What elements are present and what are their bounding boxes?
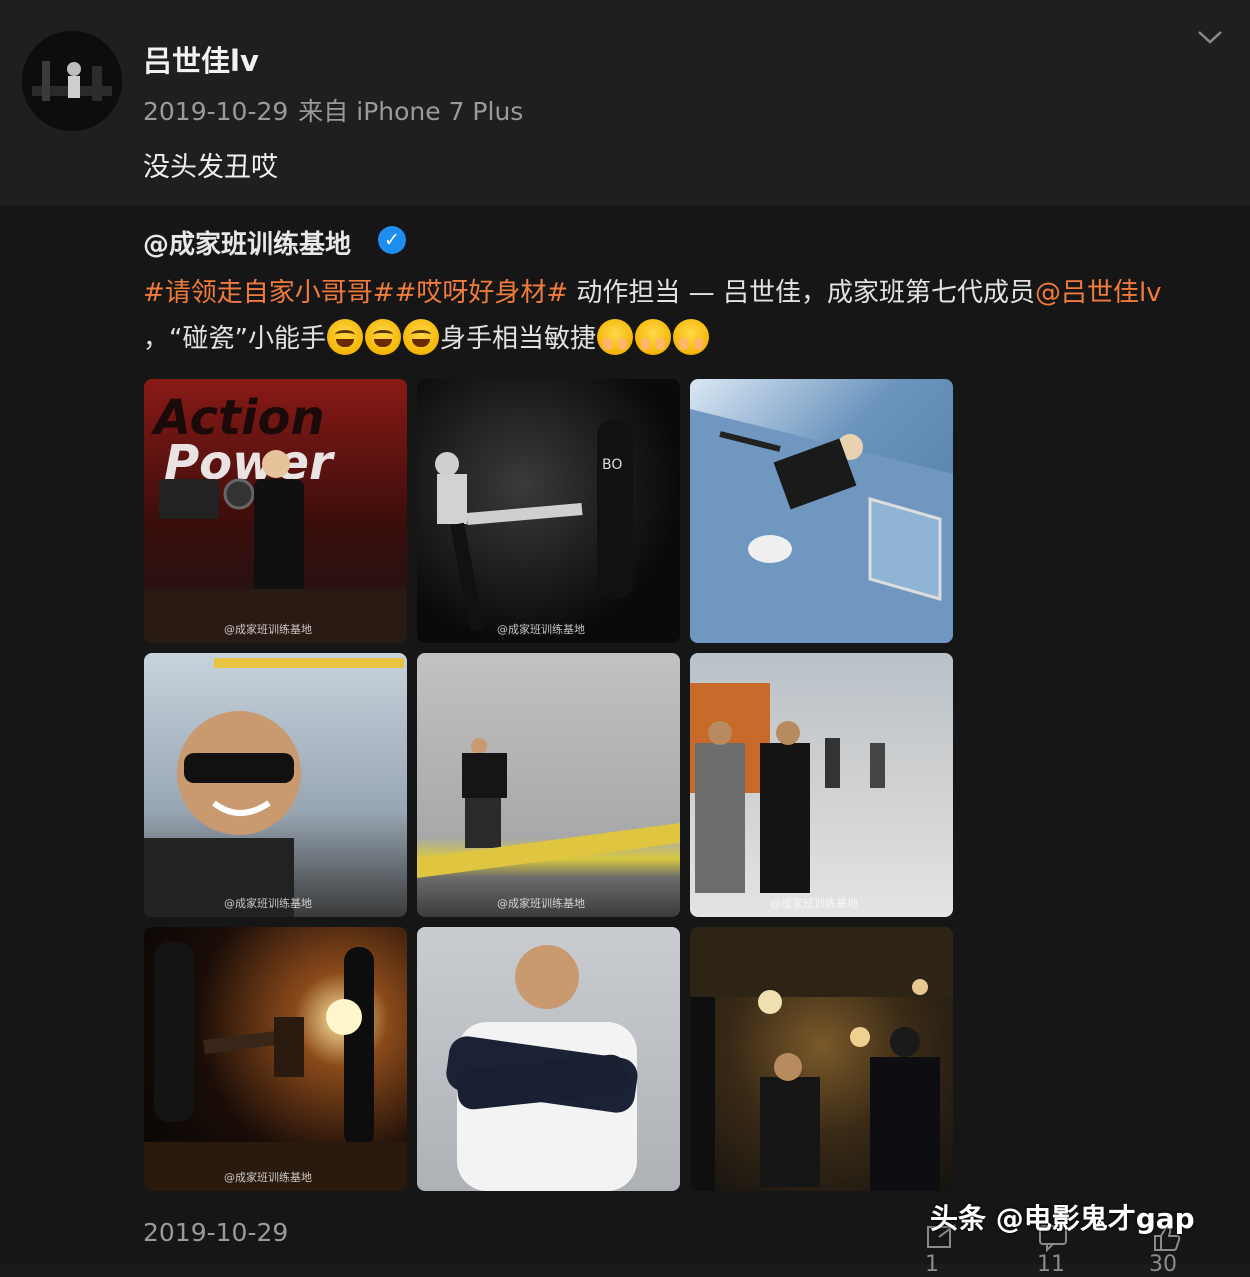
hashtag-link[interactable]: #哎呀好身材# [395,278,569,308]
photo-kick-backlit[interactable]: @成家班训练基地 [144,927,407,1191]
avatar[interactable] [22,31,122,131]
repost-count: 1 [925,1252,939,1277]
repost-text: #请领走自家小哥哥##哎呀好身材# 动作担当 — 吕世佳，成家班第七代成员@吕世… [143,270,1228,362]
laugh-cry-emoji-icon [326,319,363,355]
repost-text-part: 动作担当 — 吕世佳，成家班第七代成员 [568,278,1035,308]
shy-emoji-icon [634,319,671,355]
post-text: 没头发丑哎 [143,152,278,183]
shy-emoji-icon [672,319,709,355]
verified-check-icon: ✓ [378,226,406,254]
comment-count: 11 [1037,1252,1065,1277]
photo-rooftop-ledge[interactable]: @成家班训练基地 [417,653,680,917]
photo-kick-punching-bag[interactable]: BO @成家班训练基地 [417,379,680,643]
shy-emoji-icon [596,319,633,355]
laugh-cry-emoji-icon [402,319,439,355]
username[interactable]: 吕世佳lv [143,38,259,80]
svg-text:BO: BO [602,457,622,473]
photo-set-crew[interactable]: @成家班训练基地 [690,653,953,917]
hashtag-link[interactable]: #请领走自家小哥哥# [143,278,395,308]
post-source: 来自 iPhone 7 Plus [298,97,524,126]
repost-text-part: ，“碰瓷”小能手 [143,324,326,354]
chevron-down-icon[interactable] [1195,24,1225,50]
watermark-credit: 头条 @电影鬼才gap [930,1202,1195,1235]
photo-camera-rig[interactable]: Action Power @成家班训练基地 [144,379,407,643]
photo-studio-portrait[interactable] [417,927,680,1191]
mention-link[interactable]: @吕世佳lv [1035,278,1162,308]
like-count: 30 [1149,1252,1177,1277]
footer-date: 2019-10-29 [143,1218,289,1247]
photo-sunglasses-portrait[interactable]: @成家班训练基地 [144,653,407,917]
repost-text-part: 身手相当敏捷 [439,324,596,354]
photo-wire-stunt[interactable] [690,379,953,643]
repost-author[interactable]: @成家班训练基地 [143,224,351,261]
laugh-cry-emoji-icon [364,319,401,355]
post-date: 2019-10-29 [143,97,289,126]
photo-film-set-interior[interactable] [690,927,953,1191]
post-meta: 2019-10-29 来自 iPhone 7 Plus [143,92,523,128]
